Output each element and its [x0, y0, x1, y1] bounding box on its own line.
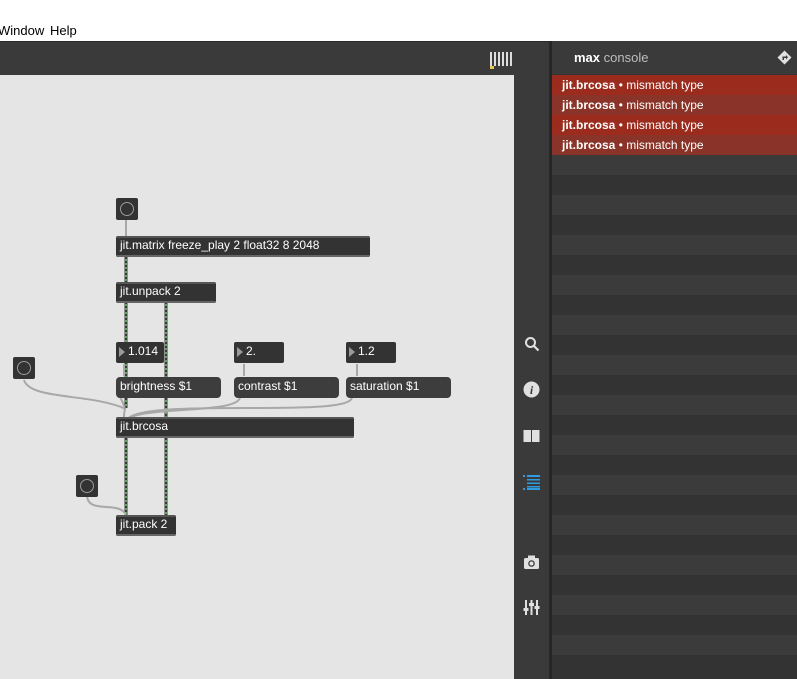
console-message-row[interactable]: jit.brcosa • mismatch type [552, 115, 797, 135]
menu-window[interactable]: Window [0, 23, 44, 38]
bang-circle-icon [80, 479, 94, 493]
search-button[interactable] [521, 333, 542, 354]
console-message-separator: • [615, 138, 627, 152]
console-empty-row [552, 295, 797, 315]
console-button[interactable] [521, 471, 542, 492]
mixer-button[interactable] [521, 597, 542, 618]
console-message-row[interactable]: jit.brcosa • mismatch type [552, 135, 797, 155]
console-message-text: mismatch type [626, 98, 704, 112]
number-value: 2. [246, 344, 257, 358]
console-empty-row [552, 315, 797, 335]
bang-button-brcosa[interactable] [13, 357, 35, 379]
console-message-object: jit.brcosa [562, 138, 616, 152]
number-box-saturation[interactable]: 1.2 [346, 342, 396, 363]
console-empty-row [552, 495, 797, 515]
console-title-bold: max [574, 50, 601, 65]
console-empty-row [552, 575, 797, 595]
console-empty-row [552, 415, 797, 435]
camera-icon [524, 555, 539, 569]
sidebar-toolbar: i [514, 75, 549, 679]
console-message-object: jit.brcosa [562, 78, 616, 92]
console-empty-row [552, 535, 797, 555]
console-header: max console [552, 41, 797, 74]
pin-icon[interactable] [777, 50, 792, 65]
console-empty-row [552, 595, 797, 615]
number-value: 1.014 [128, 344, 159, 358]
console-empty-row [552, 175, 797, 195]
console-message-object: jit.brcosa [562, 98, 616, 112]
number-arrow-icon [349, 347, 355, 357]
console-empty-row [552, 255, 797, 275]
console-message-separator: • [615, 118, 627, 132]
console-empty-row [552, 475, 797, 495]
console-message-row[interactable]: jit.brcosa • mismatch type [552, 75, 797, 95]
message-brightness[interactable]: brightness $1 [116, 377, 221, 398]
menu-bar: Window Help [0, 0, 797, 41]
info-button[interactable]: i [521, 379, 542, 400]
number-box-contrast[interactable]: 2. [234, 342, 284, 363]
message-contrast[interactable]: contrast $1 [234, 377, 339, 398]
message-saturation[interactable]: saturation $1 [346, 377, 451, 398]
search-icon [524, 336, 539, 351]
console-empty-row [552, 435, 797, 455]
object-jit-pack[interactable]: jit.pack 2 [116, 515, 176, 536]
bang-button-matrix[interactable] [116, 198, 138, 220]
console-message-text: mismatch type [626, 78, 704, 92]
list-icon [523, 474, 540, 490]
bang-button-pack[interactable] [76, 475, 98, 497]
mixer-icon [523, 600, 540, 615]
console-message-text: mismatch type [626, 138, 704, 152]
console-empty-row [552, 555, 797, 575]
book-icon [523, 429, 540, 442]
bang-circle-icon [17, 361, 31, 375]
console-message-text: mismatch type [626, 118, 704, 132]
console-message-separator: • [615, 98, 627, 112]
console-empty-row [552, 335, 797, 355]
console-title-rest: console [603, 50, 649, 65]
console-empty-row [552, 375, 797, 395]
console-empty-row [552, 215, 797, 235]
object-jit-brcosa[interactable]: jit.brcosa [116, 417, 354, 438]
console-empty-row [552, 195, 797, 215]
menu-help[interactable]: Help [50, 23, 77, 38]
console-empty-row [552, 635, 797, 655]
snapshot-button[interactable] [521, 551, 542, 572]
max-console: max console jit.brcosa • mismatch type ji… [549, 41, 797, 679]
patcher-toolbar [0, 41, 549, 76]
console-message-list[interactable]: jit.brcosa • mismatch type jit.brcosa • m… [552, 75, 797, 675]
info-icon: i [523, 381, 540, 398]
object-jit-matrix[interactable]: jit.matrix freeze_play 2 float32 8 2048 [116, 236, 370, 257]
console-message-row[interactable]: jit.brcosa • mismatch type [552, 95, 797, 115]
console-empty-row [552, 275, 797, 295]
object-jit-unpack[interactable]: jit.unpack 2 [116, 282, 216, 303]
console-title: max console [574, 50, 648, 65]
console-empty-row [552, 355, 797, 375]
reference-button[interactable] [521, 425, 542, 446]
console-empty-row [552, 655, 797, 675]
console-empty-row [552, 395, 797, 415]
bang-circle-icon [120, 202, 134, 216]
number-arrow-icon [237, 347, 243, 357]
console-empty-row [552, 235, 797, 255]
console-empty-row [552, 615, 797, 635]
grid-icon[interactable] [490, 52, 512, 69]
number-value: 1.2 [358, 344, 375, 358]
number-arrow-icon [119, 347, 125, 357]
number-box-brightness[interactable]: 1.014 [116, 342, 164, 363]
console-empty-row [552, 515, 797, 535]
console-message-object: jit.brcosa [562, 118, 616, 132]
patcher-canvas[interactable]: jit.matrix freeze_play 2 float32 8 2048 … [0, 75, 514, 679]
console-empty-row [552, 155, 797, 175]
console-message-separator: • [615, 78, 627, 92]
console-empty-row [552, 455, 797, 475]
